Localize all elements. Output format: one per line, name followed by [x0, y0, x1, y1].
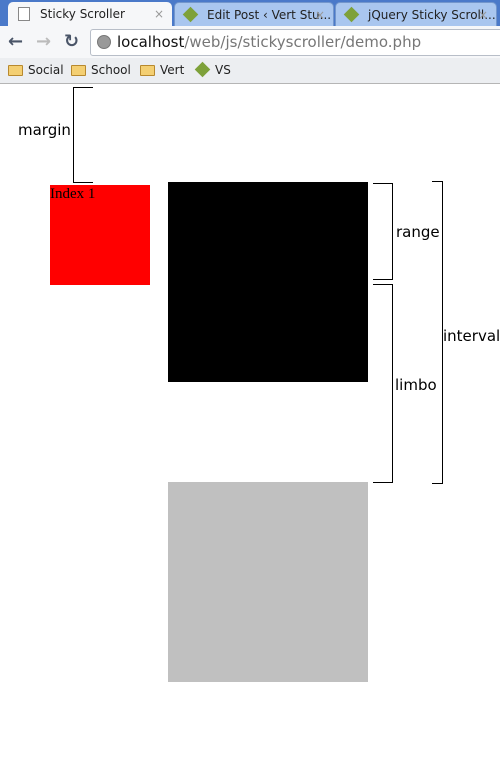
limbo-bracket: [373, 284, 393, 483]
folder-icon: [71, 65, 86, 76]
tab-label: jQuery Sticky Scroll...: [368, 8, 496, 22]
folder-icon: [140, 65, 155, 76]
bookmark-label: Social: [28, 63, 64, 77]
address-host: localhost: [117, 33, 185, 51]
tab-label: Sticky Scroller: [40, 7, 125, 21]
page-icon: [18, 7, 30, 21]
close-icon[interactable]: ×: [315, 3, 325, 26]
margin-bracket: [73, 87, 93, 183]
bookmark-vs[interactable]: VS: [194, 61, 231, 78]
tab-bar: Sticky Scroller × Edit Post ‹ Vert Stu..…: [0, 0, 500, 26]
interval-label: interval: [443, 327, 500, 345]
close-icon[interactable]: ×: [478, 3, 488, 26]
sticky-box: Index 1: [50, 185, 150, 285]
forward-icon[interactable]: →: [36, 31, 51, 52]
range-bracket: [373, 183, 393, 280]
vs-icon: [194, 61, 211, 78]
limbo-label: limbo: [395, 376, 437, 394]
bookmark-vert[interactable]: Vert: [140, 63, 184, 78]
bookmark-social[interactable]: Social: [8, 63, 64, 78]
tab-sticky-scroller[interactable]: Sticky Scroller ×: [8, 2, 172, 26]
vs-icon: [182, 6, 199, 23]
range-box: [168, 182, 368, 382]
vs-icon: [343, 6, 360, 23]
bookmark-label: VS: [215, 63, 231, 77]
tab-edit-post[interactable]: Edit Post ‹ Vert Stu... ×: [174, 2, 334, 26]
globe-icon: [97, 35, 111, 49]
margin-label: margin: [18, 121, 71, 139]
close-icon[interactable]: ×: [154, 2, 164, 26]
bookmark-label: Vert: [160, 63, 185, 77]
bookmarks-bar: Social School Vert VS: [0, 58, 500, 84]
folder-icon: [8, 65, 23, 76]
interval-bracket: [432, 181, 443, 484]
toolbar: ← → ↻ localhost/web/js/stickyscroller/de…: [0, 26, 500, 58]
tab-label: Edit Post ‹ Vert Stu...: [207, 8, 332, 22]
next-box: [168, 482, 368, 682]
address-path: /web/js/stickyscroller/demo.php: [184, 33, 422, 51]
sticky-box-text: Index 1: [50, 186, 96, 202]
bookmark-school[interactable]: School: [71, 63, 131, 78]
back-icon[interactable]: ←: [8, 31, 23, 52]
address-bar[interactable]: localhost/web/js/stickyscroller/demo.php: [90, 29, 500, 56]
reload-icon[interactable]: ↻: [64, 31, 79, 52]
bookmark-label: School: [91, 63, 131, 77]
page-content: margin Index 1 range limbo interval: [0, 85, 500, 766]
tab-jquery-sticky[interactable]: jQuery Sticky Scroll... ×: [335, 2, 497, 26]
